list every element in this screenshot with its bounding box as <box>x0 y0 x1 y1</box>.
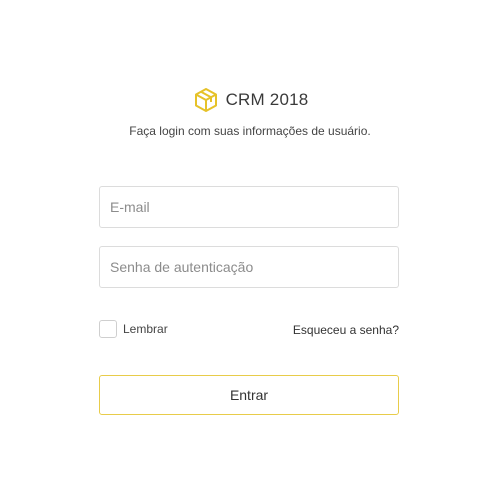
cube-icon <box>192 86 220 114</box>
remember-label: Lembrar <box>123 322 168 336</box>
login-button[interactable]: Entrar <box>99 375 399 415</box>
remember-me[interactable]: Lembrar <box>99 320 168 338</box>
password-input[interactable] <box>99 246 399 288</box>
brand-name: CRM 2018 <box>225 90 309 109</box>
login-subtitle: Faça login com suas informações de usuár… <box>129 124 371 138</box>
brand-header: CRM 2018 <box>0 86 500 114</box>
email-input[interactable] <box>99 186 399 228</box>
forgot-password-link[interactable]: Esqueceu a senha? <box>293 323 399 337</box>
remember-checkbox[interactable] <box>99 320 117 338</box>
login-page: CRM 2018 Faça login com suas informações… <box>0 0 500 500</box>
